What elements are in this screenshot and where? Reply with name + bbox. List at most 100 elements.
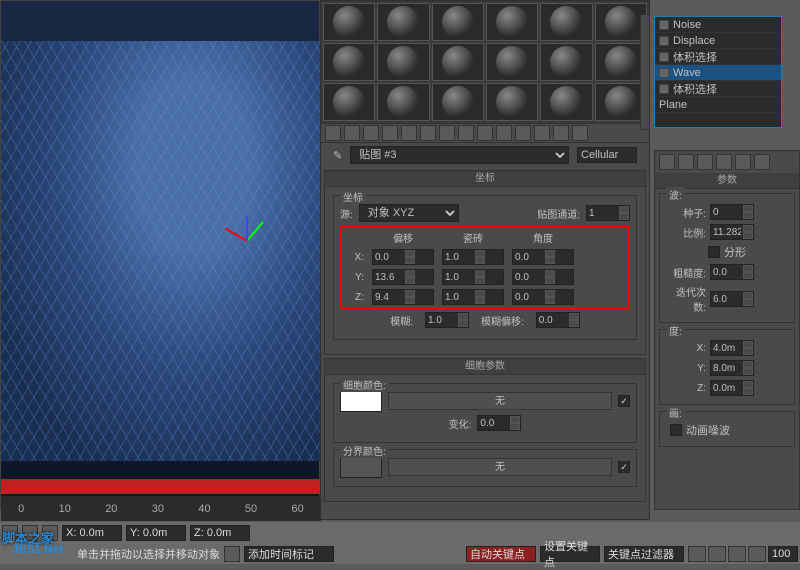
cell-color-swatch[interactable] — [340, 390, 382, 412]
tool-icon[interactable] — [382, 125, 398, 141]
y-angle-spinner[interactable] — [512, 269, 574, 285]
y-coord[interactable]: Y: 0.0m — [126, 525, 186, 541]
z-offset-spinner[interactable] — [372, 289, 434, 305]
material-slot[interactable] — [486, 43, 538, 81]
next-frame-icon[interactable] — [748, 546, 766, 562]
tool-icon[interactable] — [458, 125, 474, 141]
material-slot[interactable] — [540, 83, 592, 121]
goto-start-icon[interactable] — [688, 546, 706, 562]
blur-spinner[interactable] — [425, 312, 469, 328]
setkey-button[interactable]: 设置关键点 — [540, 546, 600, 562]
cell-map-button[interactable]: 无 — [388, 392, 612, 410]
status-bar-2: 单击并拖动以选择并移动对象 添加时间标记 自动关键点 设置关键点 关键点过滤器 … — [0, 544, 800, 564]
material-editor: ✎ 贴图 #3 Cellular 坐标 坐标 源: 对象 XYZ 贴图通道: 偏… — [320, 0, 650, 520]
material-slot[interactable] — [377, 83, 429, 121]
scale-spinner[interactable] — [710, 224, 754, 240]
material-slot[interactable] — [377, 3, 429, 41]
x-axis[interactable] — [225, 228, 248, 242]
play-icon[interactable] — [728, 546, 746, 562]
map-type[interactable]: Cellular — [577, 147, 637, 163]
add-time-marker[interactable]: 添加时间标记 — [244, 546, 334, 562]
material-slot[interactable] — [432, 83, 484, 121]
tool-icon[interactable] — [439, 125, 455, 141]
tool-icon[interactable] — [420, 125, 436, 141]
panel-icon[interactable] — [754, 154, 770, 170]
panel-icon[interactable] — [735, 154, 751, 170]
iter-spinner[interactable] — [710, 291, 754, 307]
y-tiling-spinner[interactable] — [442, 269, 504, 285]
autokey-button[interactable]: 自动关键点 — [466, 546, 536, 562]
z-coord[interactable]: Z: 0.0m — [190, 525, 250, 541]
tool-icon[interactable] — [401, 125, 417, 141]
tool-icon[interactable] — [477, 125, 493, 141]
tag-icon[interactable] — [224, 546, 240, 562]
stack-item-volselect2[interactable]: 体积选择 — [655, 81, 781, 97]
strength-y-spinner[interactable] — [710, 360, 754, 376]
div-map-button[interactable]: 无 — [388, 458, 612, 476]
cell-rollout: 细胞参数 细胞颜色: 无 变化: 分界颜色: 无 — [324, 358, 646, 502]
material-slot[interactable] — [540, 3, 592, 41]
material-side-toolbar[interactable] — [640, 14, 650, 130]
x-offset-spinner[interactable] — [372, 249, 434, 265]
panel-icon[interactable] — [716, 154, 732, 170]
seed-spinner[interactable] — [710, 204, 754, 220]
material-slot[interactable] — [323, 43, 375, 81]
anim-noise-checkbox[interactable] — [670, 424, 682, 436]
panel-icon[interactable] — [678, 154, 694, 170]
timeline-ruler[interactable]: 010 2030 4050 60 — [1, 496, 321, 521]
tool-icon[interactable] — [363, 125, 379, 141]
material-slot[interactable] — [486, 3, 538, 41]
stack-item-volselect[interactable]: 体积选择 — [655, 49, 781, 65]
stack-item-plane[interactable]: Plane — [655, 97, 781, 113]
prev-frame-icon[interactable] — [708, 546, 726, 562]
material-slot[interactable] — [323, 3, 375, 41]
tool-icon[interactable] — [325, 125, 341, 141]
x-tiling-spinner[interactable] — [442, 249, 504, 265]
source-dropdown[interactable]: 对象 XYZ — [359, 204, 459, 222]
y-axis[interactable] — [246, 221, 264, 241]
material-slot[interactable] — [540, 43, 592, 81]
material-slot[interactable] — [432, 3, 484, 41]
tool-icon[interactable] — [496, 125, 512, 141]
bluroff-spinner[interactable] — [536, 312, 580, 328]
material-slot[interactable] — [432, 43, 484, 81]
panel-icon[interactable] — [659, 154, 675, 170]
z-angle-spinner[interactable] — [512, 289, 574, 305]
div-color-swatch[interactable] — [340, 456, 382, 478]
stack-item-noise[interactable]: Noise — [655, 17, 781, 33]
tool-icon[interactable] — [572, 125, 588, 141]
timeline-track[interactable] — [1, 479, 321, 494]
x-coord[interactable]: X: 0.0m — [62, 525, 122, 541]
frame-field[interactable]: 100 — [768, 546, 798, 562]
div-map-checkbox[interactable] — [618, 461, 630, 473]
y-offset-spinner[interactable] — [372, 269, 434, 285]
keyfilter-button[interactable]: 关键点过滤器 — [604, 546, 684, 562]
stack-item-wave[interactable]: Wave — [655, 65, 781, 81]
material-slot[interactable] — [486, 83, 538, 121]
panel-icon[interactable] — [697, 154, 713, 170]
rollout-header[interactable]: 坐标 — [325, 171, 645, 187]
z-tiling-spinner[interactable] — [442, 289, 504, 305]
map-name-dropdown[interactable]: 贴图 #3 — [350, 146, 569, 164]
eyedropper-icon[interactable]: ✎ — [333, 149, 342, 162]
fractal-checkbox[interactable] — [708, 246, 720, 258]
rollout-header[interactable]: 细胞参数 — [325, 359, 645, 375]
strength-x-spinner[interactable] — [710, 340, 754, 356]
material-slot[interactable] — [377, 43, 429, 81]
stack-item-displace[interactable]: Displace — [655, 33, 781, 49]
variation-spinner[interactable] — [477, 415, 521, 431]
z-axis[interactable] — [246, 216, 248, 241]
rough-spinner[interactable] — [710, 264, 754, 280]
tool-icon[interactable] — [534, 125, 550, 141]
modifier-stack[interactable]: Noise Displace 体积选择 Wave 体积选择 Plane — [654, 16, 782, 128]
tool-icon[interactable] — [344, 125, 360, 141]
mapchan-spinner[interactable] — [586, 205, 630, 221]
tool-icon[interactable] — [515, 125, 531, 141]
x-angle-spinner[interactable] — [512, 249, 574, 265]
material-slot[interactable] — [323, 83, 375, 121]
transform-gizmo[interactable] — [206, 176, 296, 246]
tool-icon[interactable] — [553, 125, 569, 141]
strength-z-spinner[interactable] — [710, 380, 754, 396]
viewport[interactable]: 010 2030 4050 60 — [0, 0, 320, 510]
cell-map-checkbox[interactable] — [618, 395, 630, 407]
